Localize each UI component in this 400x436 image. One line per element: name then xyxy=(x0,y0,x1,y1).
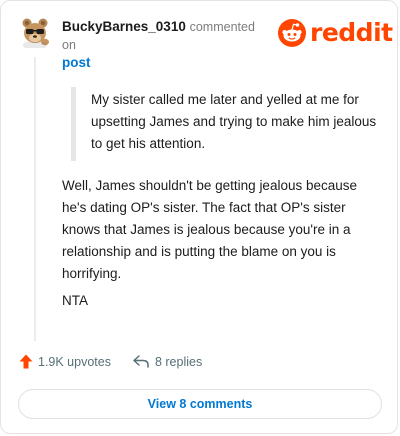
comment-verdict: NTA xyxy=(62,293,88,308)
username-link[interactable]: BuckyBarnes_0310 xyxy=(62,19,186,34)
comment-body: Well, James shouldn't be getting jealous… xyxy=(62,178,358,281)
quote-bar xyxy=(71,87,76,161)
post-link[interactable]: post xyxy=(62,54,272,72)
upvote-count: 1.9K upvotes xyxy=(38,354,111,369)
reply-arrow-icon xyxy=(133,355,149,368)
reddit-wordmark: reddit xyxy=(310,18,393,47)
user-avatar[interactable] xyxy=(18,15,52,49)
comment-actions: 1.9K upvotes 8 replies xyxy=(19,354,202,369)
comment-header: BuckyBarnes_0310 commented on post xyxy=(62,18,272,72)
replies-button[interactable]: 8 replies xyxy=(133,355,202,369)
reddit-snoo-icon xyxy=(278,19,306,47)
comment-card: BuckyBarnes_0310 commented on post reddi… xyxy=(0,0,398,434)
upvote-arrow-icon xyxy=(19,354,33,369)
quoted-text: My sister called me later and yelled at … xyxy=(91,92,377,151)
view-comments-button[interactable]: View 8 comments xyxy=(18,389,382,419)
thread-line[interactable] xyxy=(34,57,36,341)
reply-count: 8 replies xyxy=(154,354,203,369)
upvote-button[interactable]: 1.9K upvotes xyxy=(19,354,111,369)
reddit-logo[interactable]: reddit xyxy=(278,19,393,47)
